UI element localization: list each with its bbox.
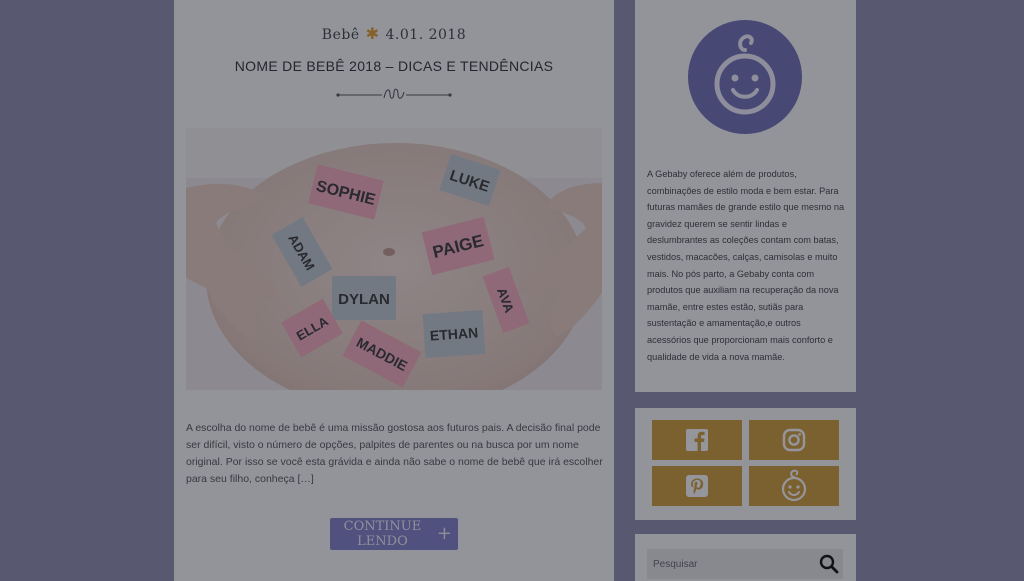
belly-photo: SOPHIE LUKE ADAM PAIGE DYLAN AVA ELLA ET… [186,128,602,390]
ornament-divider-icon [336,88,452,99]
gebaby-icon [781,469,807,502]
post-category[interactable]: Bebê [322,27,360,43]
facebook-button[interactable] [652,420,742,460]
pinterest-icon [686,475,708,497]
sidebar-about-widget: A Gebaby oferece além de produtos, combi… [635,0,856,392]
sidebar-social-widget [635,408,856,520]
pinterest-button[interactable] [652,466,742,506]
post-excerpt: A escolha do nome de bebê é uma missão g… [186,422,603,485]
star-icon: ✱ [365,24,380,43]
post-date: 4.01. 2018 [385,27,467,43]
page: Bebê ✱ 4.01. 2018 NOME DE BEBÊ 2018 – DICA… [0,0,1024,581]
note-dylan: DYLAN [338,291,390,308]
gebaby-logo[interactable] [688,20,802,134]
note-ethan: ETHAN [429,324,478,343]
search-input[interactable] [647,549,843,579]
facebook-icon [686,429,708,451]
about-text: A Gebaby oferece além de produtos, combi… [647,169,845,362]
plus-icon: + [436,523,452,544]
post-card: Bebê ✱ 4.01. 2018 NOME DE BEBÊ 2018 – DICA… [174,0,614,581]
instagram-icon [782,428,806,452]
gebaby-site-button[interactable] [749,466,839,506]
post-meta: Bebê ✱ 4.01. 2018 [174,24,614,43]
post-featured-image[interactable]: SOPHIE LUKE ADAM PAIGE DYLAN AVA ELLA ET… [186,128,602,390]
baby-face-icon [714,34,776,115]
search-icon[interactable] [819,554,839,574]
instagram-button[interactable] [749,420,839,460]
post-title[interactable]: NOME DE BEBÊ 2018 – DICAS E TENDÊNCIAS [174,58,614,74]
continue-reading-label: CONTINUE LENDO [343,519,422,549]
continue-reading-button[interactable]: CONTINUE LENDO + [330,518,458,550]
sidebar-search-widget [635,534,856,581]
